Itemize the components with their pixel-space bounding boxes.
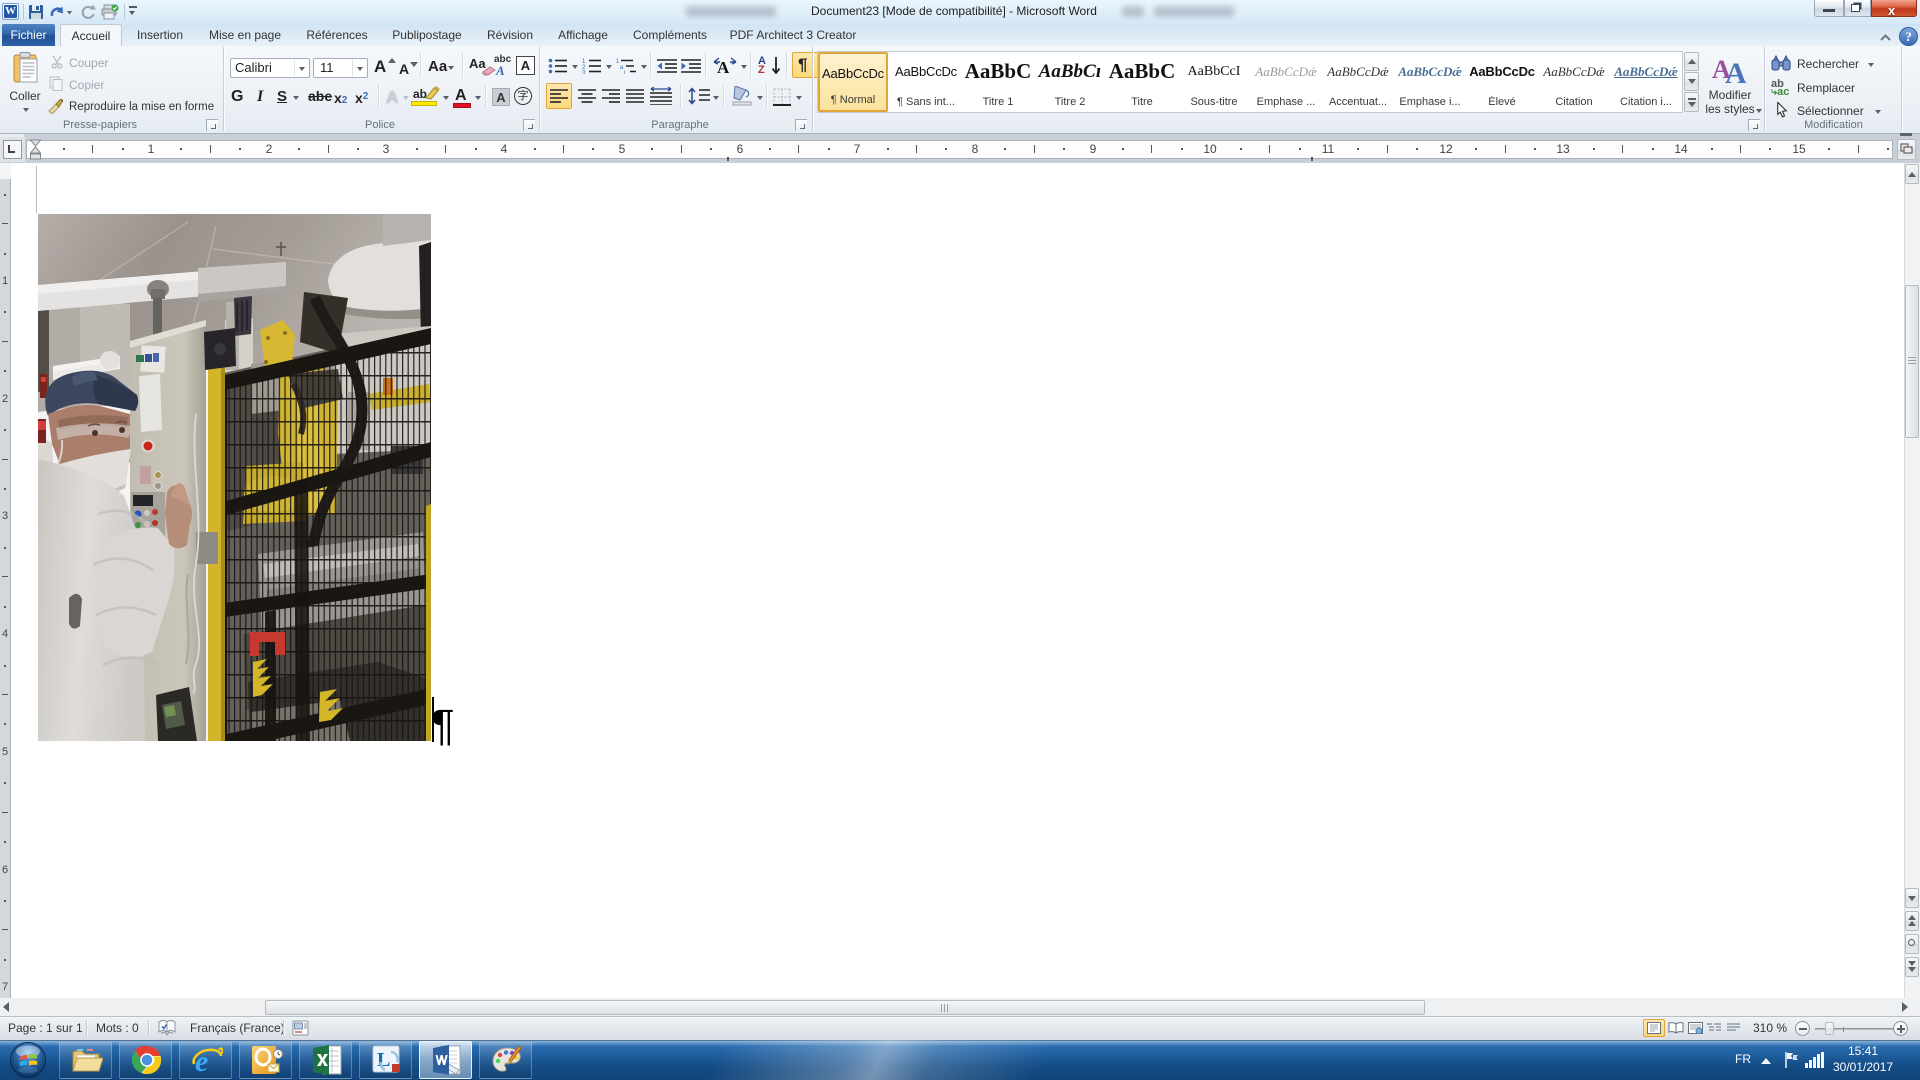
svg-text:A: A xyxy=(717,58,730,76)
svg-text:3: 3 xyxy=(582,71,586,75)
svg-text:L: L xyxy=(377,1049,390,1071)
svg-text:A: A xyxy=(1725,57,1746,84)
svg-text:i: i xyxy=(624,71,625,75)
